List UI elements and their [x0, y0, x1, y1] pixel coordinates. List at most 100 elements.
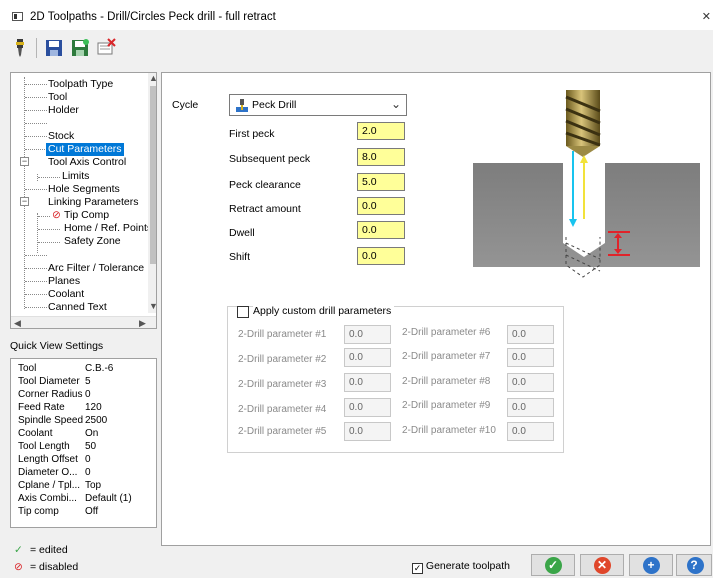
qv-key: Cplane / Tpl... [18, 480, 81, 491]
cancel-glyph: ✕ [596, 558, 608, 572]
drill-param-10-input[interactable]: 0.0 [507, 422, 554, 441]
subsequent-peck-input[interactable]: 8.0 [357, 148, 405, 166]
save-all-icon[interactable] [70, 38, 90, 58]
tree-item-coolant[interactable]: Coolant [48, 288, 84, 301]
qv-value: C.B.-6 [85, 363, 114, 374]
drill-param-7-input[interactable]: 0.0 [507, 348, 554, 367]
drill-param-1-input[interactable]: 0.0 [344, 325, 391, 344]
tree-item-cut-parameters[interactable]: Cut Parameters [46, 143, 124, 156]
drill-param-3-input[interactable]: 0.0 [344, 373, 391, 392]
subsequent-peck-label: Subsequent peck [229, 153, 311, 165]
close-icon[interactable]: ✕ [702, 10, 711, 23]
drill-param-4-label: 2-Drill parameter #4 [238, 404, 327, 415]
feed-arrow-head [580, 155, 588, 163]
cycle-label: Cycle [172, 99, 199, 111]
scroll-left-icon[interactable]: ◀ [14, 318, 21, 328]
cycle-value: Peck Drill [252, 99, 297, 111]
collapse-toggle-icon[interactable]: − [20, 197, 29, 206]
remove-icon[interactable] [96, 38, 116, 58]
qv-key: Tool Length [18, 441, 70, 452]
retract-amount-label: Retract amount [229, 203, 301, 215]
tree-connector [25, 149, 47, 150]
drill-tool-icon[interactable] [10, 38, 30, 58]
qv-value: 0 [85, 467, 91, 478]
tree-item-toolpath-type[interactable]: Toolpath Type [48, 78, 113, 91]
tree-item-canned-text[interactable]: Canned Text [48, 301, 107, 314]
parameter-tree[interactable]: − − Toolpath Type Tool Holder Stock Cut … [10, 72, 157, 329]
custom-drill-parameters-group: Apply custom drill parameters 2-Drill pa… [227, 305, 564, 453]
ok-glyph: ✓ [547, 558, 559, 572]
tree-item-safety-zone[interactable]: Safety Zone [64, 235, 121, 248]
cancel-button[interactable]: ✕ [580, 554, 624, 576]
tree-item-home-ref-points[interactable]: Home / Ref. Points [64, 222, 152, 235]
tree-item-stock[interactable]: Stock [48, 130, 74, 143]
dwell-input[interactable]: 0.0 [357, 221, 405, 239]
tree-connector [38, 177, 60, 178]
tree-item-tool[interactable]: Tool [48, 91, 67, 104]
cycle-dropdown[interactable]: Peck Drill ⌄ [229, 94, 407, 116]
add-glyph: + [647, 558, 655, 572]
peck-clearance-input[interactable]: 5.0 [357, 173, 405, 191]
tree-connector [38, 242, 60, 243]
scroll-up-icon[interactable]: ▲ [149, 73, 156, 83]
legend-edited: ✓ = edited [14, 544, 68, 556]
drill-param-5-input[interactable]: 0.0 [344, 422, 391, 441]
drill-param-7-label: 2-Drill parameter #7 [402, 351, 491, 362]
qv-value: 50 [85, 441, 97, 452]
tree-connector [25, 281, 47, 282]
tree-connector [25, 294, 47, 295]
drill-param-10-label: 2-Drill parameter #10 [402, 425, 496, 436]
drill-param-1-label: 2-Drill parameter #1 [238, 329, 327, 340]
app-icon [12, 12, 23, 21]
help-button[interactable]: ? [676, 554, 712, 576]
retract-amount-input[interactable]: 0.0 [357, 197, 405, 215]
ok-button[interactable]: ✓ [531, 554, 575, 576]
drill-param-4-input[interactable]: 0.0 [344, 398, 391, 417]
add-button[interactable]: + [629, 554, 673, 576]
scroll-down-icon[interactable]: ▼ [149, 301, 156, 311]
tree-item-planes[interactable]: Planes [48, 275, 80, 288]
first-peck-label: First peck [229, 128, 275, 140]
drill-param-2-input[interactable]: 0.0 [344, 348, 391, 367]
disabled-icon: ⊘ [52, 209, 61, 221]
drill-param-6-label: 2-Drill parameter #6 [402, 327, 491, 338]
tree-item-limits[interactable]: Limits [62, 170, 89, 183]
qv-key: Tool [18, 363, 37, 374]
tree-item-linking-parameters[interactable]: Linking Parameters [48, 196, 138, 209]
tree-connector [25, 268, 47, 269]
legend-disabled-label: = disabled [30, 561, 79, 573]
qv-key: Tool Diameter [18, 376, 80, 387]
tree-connector [25, 84, 47, 85]
generate-toolpath-checkbox[interactable]: ✓ [412, 563, 423, 574]
tree-item-tool-axis-control[interactable]: Tool Axis Control [48, 156, 126, 169]
scroll-right-icon[interactable]: ▶ [139, 318, 146, 328]
shift-input[interactable]: 0.0 [357, 247, 405, 265]
qv-key: Spindle Speed [18, 415, 84, 426]
vertical-scroll-thumb[interactable] [150, 86, 156, 264]
tree-connector [25, 123, 47, 124]
tree-connector [25, 255, 47, 256]
title-bar: 2D Toolpaths - Drill/Circles Peck drill … [0, 0, 713, 30]
tree-item-arc-filter[interactable]: Arc Filter / Tolerance [48, 262, 144, 275]
apply-custom-checkbox[interactable] [237, 306, 249, 318]
drill-param-8-input[interactable]: 0.0 [507, 373, 554, 392]
qv-value: 5 [85, 376, 91, 387]
collapse-toggle-icon[interactable]: − [20, 157, 29, 166]
drill-param-6-input[interactable]: 0.0 [507, 325, 554, 344]
drill-param-2-label: 2-Drill parameter #2 [238, 354, 327, 365]
tree-item-tip-comp[interactable]: Tip Comp [64, 209, 109, 222]
qv-key: Corner Radius [18, 389, 83, 400]
tree-item-hole-segments[interactable]: Hole Segments [48, 183, 120, 196]
first-peck-input[interactable]: 2.0 [357, 122, 405, 140]
tree-item-holder[interactable]: Holder [48, 104, 79, 117]
legend-edited-label: = edited [30, 544, 68, 556]
save-icon[interactable] [44, 38, 64, 58]
quick-view-title: Quick View Settings [10, 340, 104, 352]
qv-key: Coolant [18, 428, 53, 439]
drill-param-9-input[interactable]: 0.0 [507, 398, 554, 417]
horizontal-scrollbar[interactable]: ◀ ▶ [11, 316, 156, 328]
generate-toolpath-option[interactable]: ✓ Generate toolpath [412, 560, 510, 574]
quick-view-panel: Tool C.B.-6 Tool Diameter 5 Corner Radius 0… [10, 358, 157, 528]
tree-connector [25, 189, 47, 190]
help-glyph: ? [690, 558, 698, 572]
